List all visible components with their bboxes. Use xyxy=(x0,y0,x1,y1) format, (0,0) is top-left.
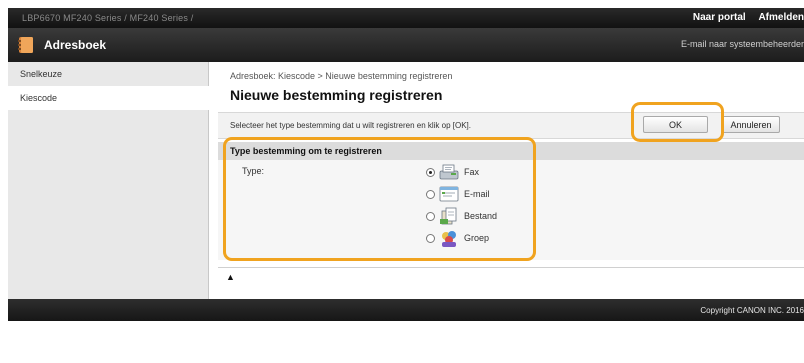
sidebar-item-kiescode[interactable]: Kiescode xyxy=(8,86,209,110)
instruction-text: Selecteer het type bestemming dat u wilt… xyxy=(230,121,472,130)
footer: Copyright CANON INC. 2016 xyxy=(8,299,804,321)
ok-button[interactable]: OK xyxy=(643,116,708,133)
cancel-button[interactable]: Annuleren xyxy=(722,116,780,133)
address-book-icon xyxy=(18,37,33,53)
top-links: Naar portal Afmelden xyxy=(683,12,804,23)
logout-link[interactable]: Afmelden xyxy=(758,12,804,23)
fax-label: Fax xyxy=(464,167,480,177)
group-icon xyxy=(442,231,456,247)
file-radio[interactable] xyxy=(426,212,435,221)
app-header: Adresboek E-mail naar systeembeheerder xyxy=(8,28,804,62)
fax-icon xyxy=(439,164,459,180)
email-label: E-mail xyxy=(464,189,490,199)
section-title: Type bestemming om te registreren xyxy=(230,146,382,156)
device-model-text: LBP6670 MF240 Series / MF240 Series / xyxy=(22,13,194,23)
group-label: Groep xyxy=(464,233,490,243)
main-content: Adresboek: Kiescode > Nieuwe bestemming … xyxy=(218,62,804,299)
top-bar: LBP6670 MF240 Series / MF240 Series / Na… xyxy=(8,8,804,28)
email-icon xyxy=(439,186,459,202)
email-radio[interactable] xyxy=(426,190,435,199)
type-label: Type: xyxy=(242,166,265,176)
file-icon xyxy=(440,207,457,225)
app-title: Adresboek xyxy=(44,38,107,52)
file-label: Bestand xyxy=(464,211,498,221)
type-section: Type: Fax E-mail Bestand Groep xyxy=(218,160,804,260)
sidebar-item-snelkeuze[interactable]: Snelkeuze xyxy=(8,62,208,86)
fax-radio[interactable] xyxy=(426,168,435,177)
sidebar: Snelkeuze Kiescode xyxy=(8,62,209,299)
email-admin-link[interactable]: E-mail naar systeembeheerder xyxy=(681,39,804,49)
back-to-top-link[interactable]: ▲ xyxy=(226,272,235,282)
section-header: Type bestemming om te registreren xyxy=(218,142,804,161)
instruction-row: Selecteer het type bestemming dat u wilt… xyxy=(218,112,804,139)
copyright-text: Copyright CANON INC. 2016 xyxy=(700,306,804,315)
divider xyxy=(218,267,804,268)
portal-link[interactable]: Naar portal xyxy=(693,12,746,23)
group-radio[interactable] xyxy=(426,234,435,243)
page-title: Nieuwe bestemming registreren xyxy=(230,87,443,103)
breadcrumb: Adresboek: Kiescode > Nieuwe bestemming … xyxy=(230,71,453,81)
